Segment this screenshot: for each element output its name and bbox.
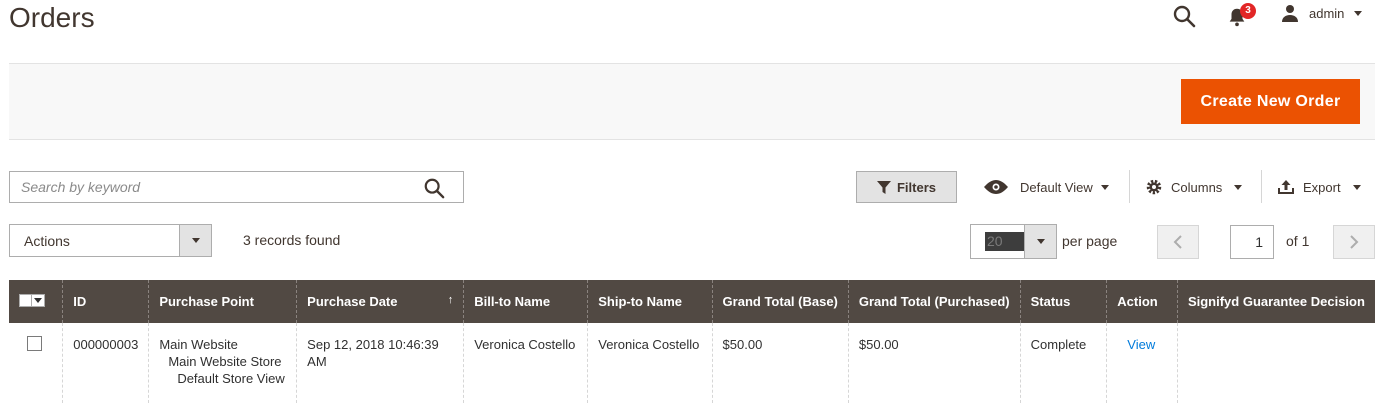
column-header-bill-to-name[interactable]: Bill-to Name bbox=[463, 280, 588, 323]
chevron-down-icon bbox=[1352, 184, 1361, 190]
row-select-cell bbox=[9, 323, 63, 403]
view-order-link[interactable]: View bbox=[1127, 337, 1155, 352]
per-page-select[interactable]: 20 bbox=[970, 224, 1057, 259]
cell-signifyd-decision bbox=[1176, 323, 1375, 403]
column-header-grand-total-purchased[interactable]: Grand Total (Purchased) bbox=[847, 280, 1021, 323]
chevron-down-icon[interactable] bbox=[32, 298, 44, 303]
chevron-right-icon bbox=[1350, 235, 1359, 249]
columns-label: Columns bbox=[1171, 179, 1223, 195]
create-new-order-button[interactable]: Create New Order bbox=[1181, 79, 1360, 124]
search-input[interactable] bbox=[10, 172, 410, 202]
sort-ascending-icon: ↑ bbox=[447, 294, 454, 306]
records-found: 3 records found bbox=[243, 232, 341, 248]
column-header-action: Action bbox=[1106, 280, 1178, 323]
search-icon[interactable] bbox=[423, 177, 445, 199]
cell-grand-total-purchased: $50.00 bbox=[847, 323, 1021, 403]
purchase-point-website: Main Website bbox=[159, 337, 238, 352]
cell-id: 000000003 bbox=[62, 323, 149, 403]
toolbar-divider bbox=[1261, 170, 1262, 203]
chevron-down-icon bbox=[179, 225, 211, 256]
global-search-icon[interactable] bbox=[1172, 4, 1196, 28]
columns-dropdown[interactable]: Columns bbox=[1145, 176, 1243, 198]
column-header-ship-to-name[interactable]: Ship-to Name bbox=[587, 280, 713, 323]
eye-icon bbox=[984, 180, 1008, 194]
total-pages: of 1 bbox=[1286, 233, 1310, 249]
column-header-grand-total-base[interactable]: Grand Total (Base) bbox=[711, 280, 849, 323]
chevron-down-icon bbox=[1234, 184, 1243, 190]
user-name: admin bbox=[1309, 5, 1345, 21]
mass-actions-label: Actions bbox=[24, 233, 70, 249]
page-actions-bar bbox=[9, 63, 1375, 140]
toolbar-divider bbox=[1129, 170, 1130, 203]
gear-icon bbox=[1146, 179, 1162, 195]
chevron-down-icon bbox=[1024, 225, 1056, 258]
column-header-signifyd-decision[interactable]: Signifyd Guarantee Decision bbox=[1176, 280, 1375, 323]
purchase-point-store-view: Default Store View bbox=[177, 371, 285, 386]
chevron-down-icon bbox=[1100, 184, 1109, 190]
table-row[interactable]: 000000003 Main Website Main Website Stor… bbox=[9, 323, 1375, 403]
chevron-left-icon bbox=[1173, 235, 1182, 249]
current-page-input[interactable] bbox=[1230, 225, 1274, 259]
default-view-dropdown[interactable]: Default View bbox=[984, 176, 1109, 198]
previous-page-button[interactable] bbox=[1157, 225, 1199, 259]
select-all-checkbox[interactable] bbox=[20, 295, 32, 306]
cell-purchase-point: Main Website Main Website Store Default … bbox=[148, 323, 297, 403]
mass-select-header[interactable] bbox=[9, 280, 63, 323]
purchase-point-store: Main Website Store bbox=[168, 354, 282, 369]
cell-grand-total-base: $50.00 bbox=[711, 323, 849, 403]
cell-action: View bbox=[1106, 323, 1178, 403]
grid-header-row: ID Purchase Point Purchase Date ↑ Bill-t… bbox=[9, 280, 1375, 323]
page-title: Orders bbox=[9, 2, 95, 33]
filter-icon bbox=[876, 180, 891, 194]
export-dropdown[interactable]: Export bbox=[1277, 176, 1361, 198]
cell-status: Complete bbox=[1019, 323, 1107, 403]
orders-grid: ID Purchase Point Purchase Date ↑ Bill-t… bbox=[9, 280, 1375, 403]
filters-label: Filters bbox=[896, 179, 936, 195]
row-checkbox[interactable] bbox=[27, 336, 42, 351]
cell-ship-to-name: Veronica Costello bbox=[587, 323, 713, 403]
mass-actions-select[interactable]: Actions bbox=[9, 224, 212, 257]
export-label: Export bbox=[1303, 179, 1341, 195]
column-header-purchase-date[interactable]: Purchase Date ↑ bbox=[296, 280, 464, 323]
filters-button[interactable]: Filters bbox=[856, 171, 957, 203]
admin-user-menu[interactable]: admin bbox=[1281, 4, 1363, 22]
chevron-down-icon bbox=[1354, 10, 1363, 16]
next-page-button[interactable] bbox=[1333, 225, 1375, 259]
per-page-value: 20 bbox=[985, 232, 1025, 251]
cell-bill-to-name: Veronica Costello bbox=[463, 323, 588, 403]
per-page-label: per page bbox=[1062, 233, 1118, 249]
notifications-count-badge[interactable]: 3 bbox=[1240, 3, 1256, 19]
column-header-status[interactable]: Status bbox=[1019, 280, 1107, 323]
column-header-purchase-point[interactable]: Purchase Point bbox=[148, 280, 297, 323]
cell-purchase-date: Sep 12, 2018 10:46:39 AM bbox=[296, 323, 464, 403]
keyword-search bbox=[9, 171, 464, 203]
mass-select-control[interactable] bbox=[19, 294, 45, 307]
export-icon bbox=[1278, 180, 1294, 194]
user-icon bbox=[1282, 5, 1298, 22]
default-view-label: Default View bbox=[1020, 179, 1093, 195]
column-header-id[interactable]: ID bbox=[62, 280, 149, 323]
column-header-purchase-date-label: Purchase Date bbox=[307, 294, 398, 309]
